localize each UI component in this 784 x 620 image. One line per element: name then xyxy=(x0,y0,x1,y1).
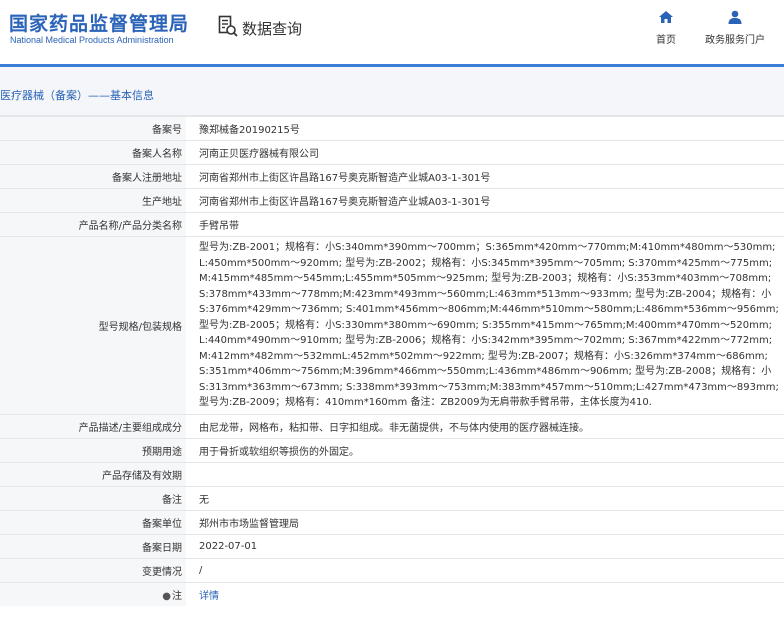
row-value: 2022-07-01 xyxy=(186,533,784,558)
nav-home[interactable]: 首页 xyxy=(652,10,680,46)
table-row: 备案单位 郑州市市场监督管理局 xyxy=(0,509,784,534)
row-value: 河南省郑州市上街区许昌路167号奥克斯智造产业城A03-1-301号 xyxy=(186,188,784,213)
row-label: 备案人注册地址 xyxy=(0,164,186,189)
site-logo-en[interactable]: National Medical Products Administration xyxy=(10,35,174,45)
row-label: 备注 xyxy=(0,485,186,510)
table-row: 备案人注册地址 河南省郑州市上街区许昌路167号奥克斯智造产业城A03-1-30… xyxy=(0,164,784,189)
row-value: 河南省郑州市上街区许昌路167号奥克斯智造产业城A03-1-301号 xyxy=(186,164,784,189)
row-label: 变更情况 xyxy=(0,557,186,582)
row-label: 备案人名称 xyxy=(0,140,186,165)
table-row: 备案人名称 河南正贝医疗器械有限公司 xyxy=(0,140,784,165)
row-label: 预期用途 xyxy=(0,437,186,462)
row-value-specs: 型号为:ZB-2001；规格有：小S:340mm*390mm～700mm；S:3… xyxy=(186,236,784,414)
table-row: ●注 详情 xyxy=(0,581,784,606)
row-label: 产品描述/主要组成成分 xyxy=(0,413,186,438)
nav-gov-portal-label: 政务服务门户 xyxy=(705,35,765,46)
row-value: 手臂吊带 xyxy=(186,212,784,237)
user-icon xyxy=(727,10,743,27)
table-row: 型号规格/包装规格 型号为:ZB-2001；规格有：小S:340mm*390mm… xyxy=(0,236,784,414)
table-row: 备案号 豫郑械备20190215号 xyxy=(0,116,784,141)
row-label-note: ●注 xyxy=(0,581,186,606)
table-row: 产品描述/主要组成成分 由尼龙带，网格布，粘扣带、日字扣组成。非无菌提供，不与体… xyxy=(0,413,784,438)
row-value xyxy=(186,461,784,486)
table-row: 产品存储及有效期 xyxy=(0,461,784,486)
row-value: 郑州市市场监督管理局 xyxy=(186,509,784,534)
row-label: 型号规格/包装规格 xyxy=(0,236,186,414)
table-row: 变更情况 / xyxy=(0,557,784,582)
row-value: 用于骨折或软组织等损伤的外固定。 xyxy=(186,437,784,462)
data-query-icon xyxy=(218,15,238,41)
table-row: 预期用途 用于骨折或软组织等损伤的外固定。 xyxy=(0,437,784,462)
table-row: 产品名称/产品分类名称 手臂吊带 xyxy=(0,212,784,237)
pin-icon: ● xyxy=(162,590,171,602)
data-query-link[interactable]: 数据查询 xyxy=(218,15,302,41)
nav-home-label: 首页 xyxy=(656,35,676,46)
row-label-text: 注 xyxy=(172,590,182,602)
row-label: 产品名称/产品分类名称 xyxy=(0,212,186,237)
row-value: 由尼龙带，网格布，粘扣带、日字扣组成。非无菌提供，不与体内使用的医疗器械连接。 xyxy=(186,413,784,438)
site-header: 国家药品监督管理局 National Medical Products Admi… xyxy=(0,0,784,64)
row-label: 产品存储及有效期 xyxy=(0,461,186,486)
record-detail-table: 备案号 豫郑械备20190215号 备案人名称 河南正贝医疗器械有限公司 备案人… xyxy=(0,116,784,606)
details-link[interactable]: 详情 xyxy=(186,581,784,606)
table-row: 生产地址 河南省郑州市上街区许昌路167号奥克斯智造产业城A03-1-301号 xyxy=(0,188,784,213)
table-row: 备案日期 2022-07-01 xyxy=(0,533,784,558)
row-value: 无 xyxy=(186,485,784,510)
breadcrumb-band: 医疗器械（备案）——基本信息 xyxy=(0,67,784,116)
home-icon xyxy=(658,11,674,27)
row-value: / xyxy=(186,557,784,582)
breadcrumb: 医疗器械（备案）——基本信息 xyxy=(0,89,154,102)
row-label: 备案单位 xyxy=(0,509,186,534)
row-label: 备案号 xyxy=(0,116,186,141)
data-query-label: 数据查询 xyxy=(242,19,303,38)
row-value: 豫郑械备20190215号 xyxy=(186,116,784,141)
site-logo-cn[interactable]: 国家药品监督管理局 xyxy=(9,9,189,36)
row-label: 生产地址 xyxy=(0,188,186,213)
row-label: 备案日期 xyxy=(0,533,186,558)
nav-gov-portal[interactable]: 政务服务门户 xyxy=(702,10,768,46)
row-value: 河南正贝医疗器械有限公司 xyxy=(186,140,784,165)
table-row: 备注 无 xyxy=(0,485,784,510)
